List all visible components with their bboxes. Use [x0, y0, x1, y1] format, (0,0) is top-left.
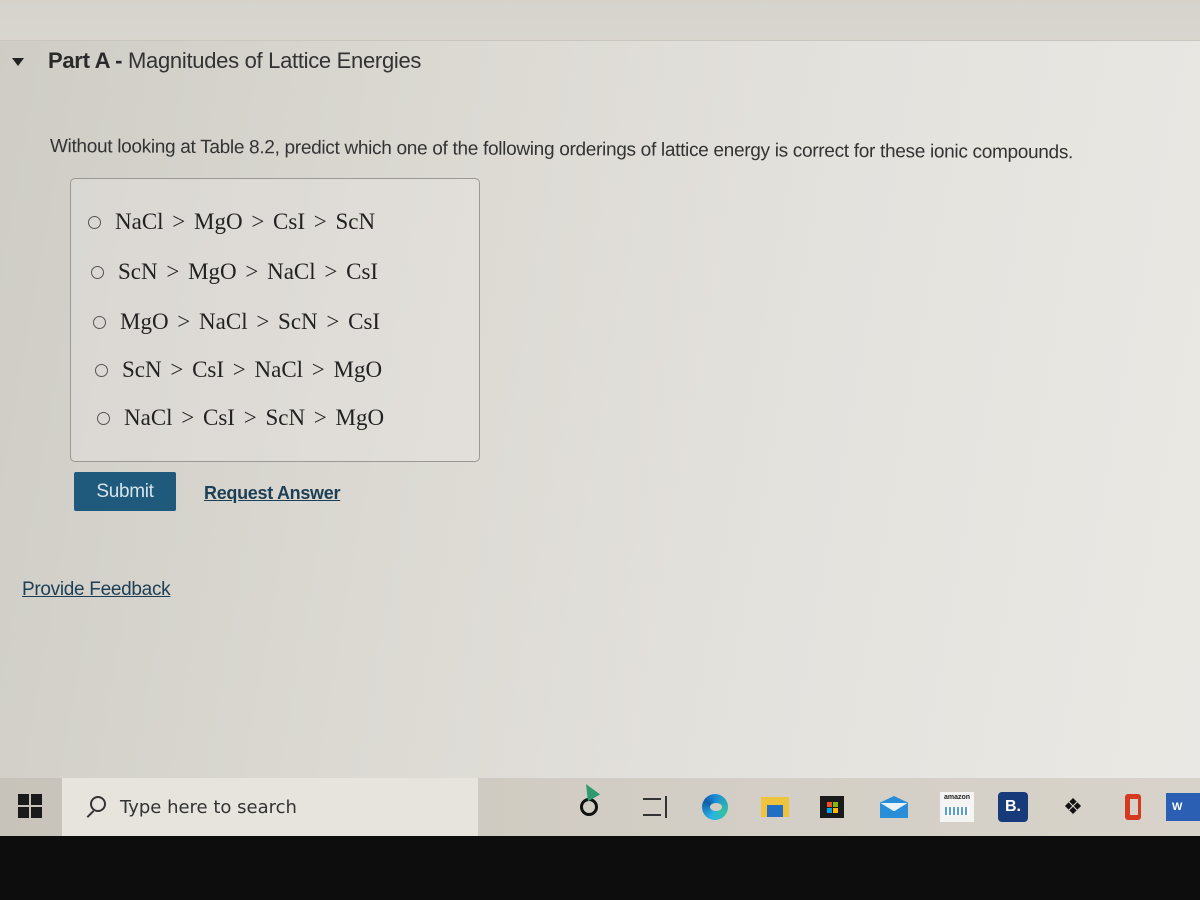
radio-button[interactable]	[97, 411, 110, 425]
search-icon	[84, 796, 106, 818]
task-view-icon[interactable]	[637, 792, 667, 822]
taskbar: Type here to search amazon B. ❖ W	[0, 778, 1200, 836]
radio-button[interactable]	[93, 315, 106, 329]
option-2[interactable]: ScN > MgO > NaCl > CsI	[91, 259, 378, 285]
file-explorer-icon[interactable]	[760, 792, 790, 822]
option-5[interactable]: NaCl > CsI > ScN > MgO	[97, 405, 384, 431]
part-title: Part A - Magnitudes of Lattice Energies	[48, 48, 421, 74]
request-answer-link[interactable]: Request Answer	[204, 483, 340, 504]
option-1[interactable]: NaCl > MgO > CsI > ScN	[88, 209, 375, 235]
radio-button[interactable]	[95, 363, 108, 377]
option-4[interactable]: ScN > CsI > NaCl > MgO	[95, 357, 382, 383]
amazon-label: amazon	[943, 794, 971, 801]
header-strip	[0, 0, 1200, 41]
booking-icon[interactable]: B.	[998, 792, 1028, 822]
word-icon[interactable]: W	[1166, 792, 1200, 822]
part-separator: -	[109, 48, 129, 73]
part-header[interactable]: Part A - Magnitudes of Lattice Energies	[12, 48, 421, 74]
mail-icon[interactable]	[879, 792, 909, 822]
radio-button[interactable]	[88, 215, 101, 229]
option-text: MgO > NaCl > ScN > CsI	[120, 309, 381, 334]
microsoft-store-icon[interactable]	[817, 792, 847, 822]
monitor-bezel	[0, 836, 1200, 900]
options-group: NaCl > MgO > CsI > ScN ScN > MgO > NaCl …	[70, 178, 480, 462]
taskbar-search-box[interactable]: Type here to search	[62, 778, 478, 836]
collapse-caret-icon[interactable]	[12, 58, 24, 66]
search-placeholder: Type here to search	[120, 796, 297, 818]
question-text: Without looking at Table 8.2, predict wh…	[49, 136, 1074, 164]
option-text: ScN > CsI > NaCl > MgO	[122, 357, 383, 382]
edge-browser-icon[interactable]	[700, 792, 730, 822]
dropbox-icon[interactable]: ❖	[1058, 792, 1088, 822]
windows-start-icon[interactable]	[18, 794, 42, 818]
option-text: NaCl > MgO > CsI > ScN	[115, 209, 376, 234]
option-3[interactable]: MgO > NaCl > ScN > CsI	[93, 309, 380, 335]
provide-feedback-link[interactable]: Provide Feedback	[22, 579, 171, 601]
office-icon[interactable]	[1118, 792, 1148, 822]
submit-button[interactable]: Submit	[74, 472, 176, 511]
part-label: Part A	[48, 48, 110, 73]
radio-button[interactable]	[91, 265, 104, 279]
booking-label: B.	[998, 792, 1028, 822]
word-label: W	[1166, 793, 1200, 821]
option-text: ScN > MgO > NaCl > CsI	[118, 259, 379, 284]
amazon-icon[interactable]: amazon	[940, 792, 974, 822]
part-name: Magnitudes of Lattice Energies	[128, 48, 422, 73]
option-text: NaCl > CsI > ScN > MgO	[124, 405, 385, 430]
